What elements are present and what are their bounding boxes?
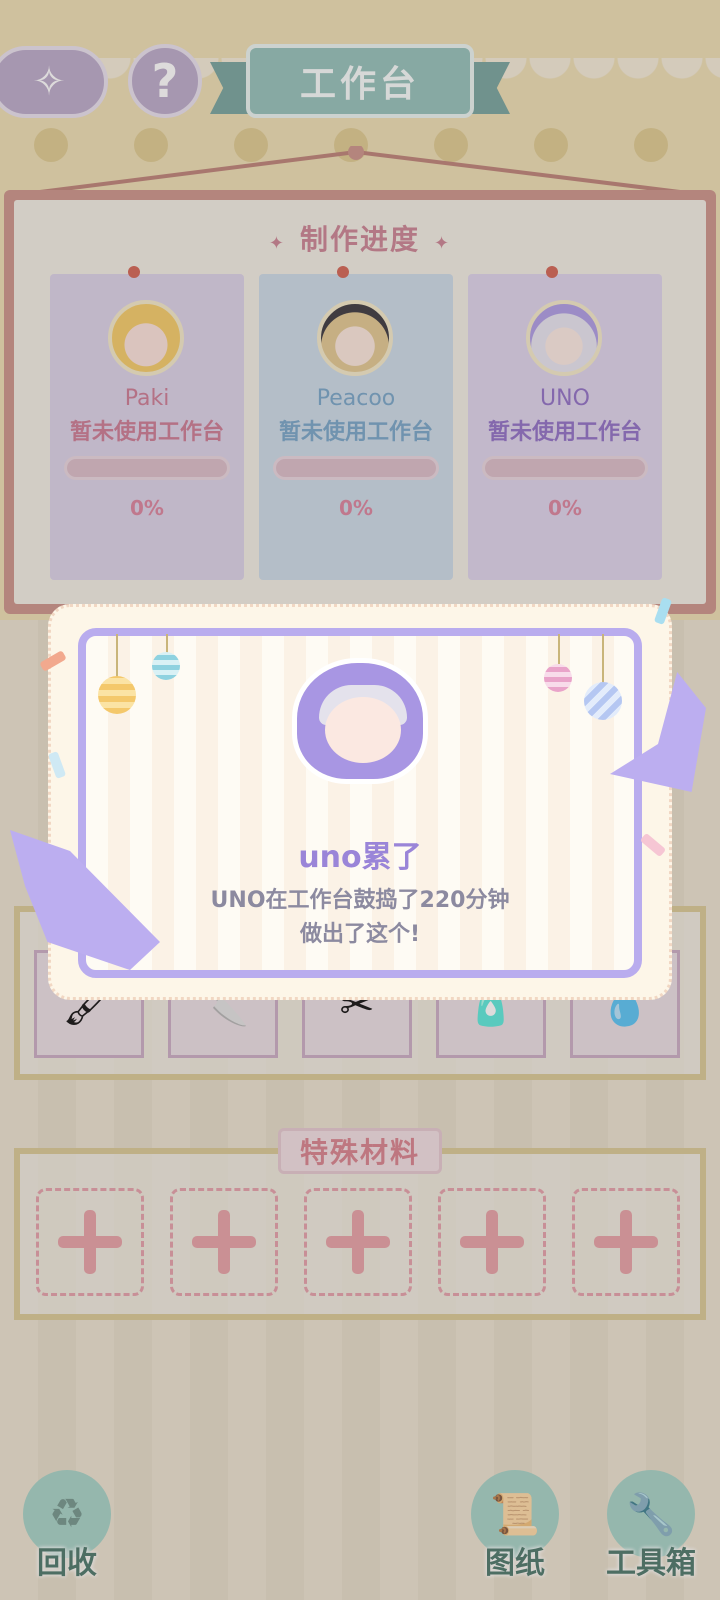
modal-message: UNO在工作台鼓捣了220分钟 做出了这个!	[78, 884, 642, 952]
ornament-string	[602, 634, 604, 684]
ornament-ball	[544, 664, 572, 692]
ornament-string	[166, 634, 168, 654]
uno-chibi-image	[292, 658, 428, 784]
ornament-ball	[98, 676, 136, 714]
ornament-ball	[152, 652, 180, 680]
ornament-ball	[584, 682, 622, 720]
ornament-string	[558, 634, 560, 664]
modal-message-line2: 做出了这个!	[299, 922, 421, 947]
modal-message-line1: UNO在工作台鼓捣了220分钟	[210, 888, 510, 913]
modal-title: uno累了	[298, 840, 422, 875]
ornament-string	[116, 634, 118, 678]
